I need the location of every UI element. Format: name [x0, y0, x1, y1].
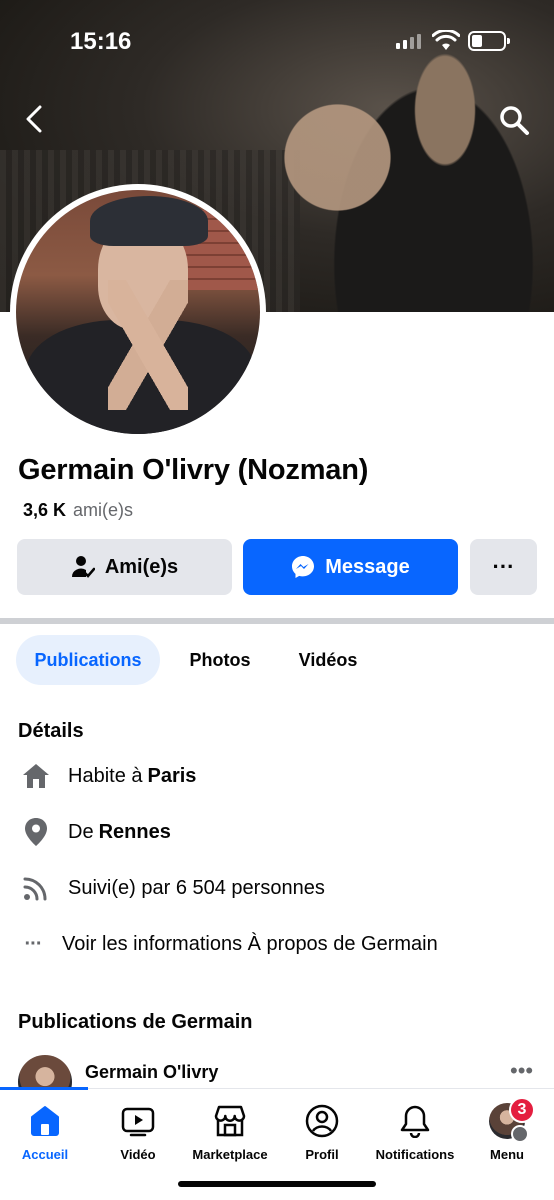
- detail-followers[interactable]: Suivi(e) par 6 504 personnes: [18, 868, 538, 908]
- nav-home[interactable]: Accueil: [0, 1103, 93, 1162]
- status-bar: 15:16: [0, 0, 554, 80]
- location-pin-icon: [18, 814, 54, 850]
- details-title: Détails: [18, 720, 84, 742]
- menu-notification-badge: 3: [509, 1097, 535, 1123]
- status-time: 15:16: [70, 28, 132, 55]
- nav-marketplace[interactable]: Marketplace: [182, 1103, 278, 1162]
- detail-lives-prefix: Habite à: [68, 764, 143, 787]
- friends-count-value: 3,6 K: [23, 500, 67, 520]
- message-button-label: Message: [325, 555, 410, 578]
- nav-video[interactable]: Vidéo: [90, 1103, 186, 1162]
- friends-button[interactable]: Ami(e)s: [17, 539, 232, 595]
- nav-notifications[interactable]: Notifications: [367, 1103, 463, 1162]
- post-author-name[interactable]: Germain O'livry: [85, 1062, 218, 1083]
- profile-icon: [304, 1103, 340, 1139]
- more-options-button[interactable]: ···: [470, 539, 537, 595]
- battery-icon: [468, 31, 510, 51]
- detail-lives-in: Habite à Paris: [18, 756, 538, 796]
- detail-from-prefix: De: [68, 820, 94, 843]
- profile-name: Germain O'livry (Nozman): [18, 454, 369, 486]
- detail-about-link[interactable]: ··· Voir les informations À propos de Ge…: [18, 924, 538, 964]
- home-icon: [18, 758, 54, 794]
- more-options-label: ···: [492, 554, 515, 579]
- nav-home-label: Accueil: [21, 1147, 69, 1162]
- nav-profile[interactable]: Profil: [274, 1103, 370, 1162]
- menu-icon: 3: [489, 1097, 535, 1143]
- nav-marketplace-label: Marketplace: [192, 1147, 268, 1162]
- nav-menu-label: Menu: [490, 1147, 524, 1162]
- video-icon: [120, 1103, 156, 1139]
- friends-count-label: ami(e)s: [73, 500, 134, 520]
- friend-check-icon: [71, 556, 95, 578]
- posts-title: Publications de Germain: [18, 1011, 253, 1033]
- post-more-button[interactable]: •••: [510, 1058, 533, 1084]
- friends-count[interactable]: 3,6 K ami(e)s: [23, 500, 133, 521]
- message-button[interactable]: Message: [243, 539, 458, 595]
- detail-lives-city[interactable]: Paris: [148, 765, 197, 788]
- home-icon: [27, 1103, 63, 1139]
- detail-from-city[interactable]: Rennes: [99, 821, 171, 844]
- friends-button-label: Ami(e)s: [104, 555, 179, 578]
- avatar-hands: [108, 280, 188, 410]
- cellular-signal-icon: [396, 34, 421, 49]
- more-dots-icon: ···: [24, 932, 43, 955]
- detail-from: De Rennes: [18, 812, 538, 852]
- tab-publications[interactable]: Publications: [16, 635, 160, 685]
- rss-followers-icon: [18, 870, 54, 906]
- nav-menu[interactable]: 3 Menu: [459, 1097, 554, 1162]
- wifi-icon: [432, 30, 460, 50]
- active-tab-indicator: [0, 1087, 88, 1090]
- nav-notifications-label: Notifications: [375, 1147, 455, 1162]
- messenger-icon: [292, 556, 315, 578]
- avatar-cap: [90, 196, 208, 246]
- bell-icon: [397, 1103, 433, 1139]
- nav-profile-label: Profil: [305, 1147, 339, 1162]
- menu-avatar: 3: [489, 1097, 535, 1143]
- profile-avatar[interactable]: [16, 190, 260, 434]
- detail-about-text: Voir les informations À propos de Germai…: [62, 932, 438, 955]
- detail-followers-text: Suivi(e) par 6 504 personnes: [68, 876, 325, 899]
- tab-photos[interactable]: Photos: [174, 635, 266, 685]
- home-indicator: [178, 1181, 376, 1187]
- back-icon[interactable]: [20, 104, 50, 134]
- section-divider: [0, 618, 554, 624]
- search-icon[interactable]: [498, 104, 530, 136]
- marketplace-icon: [212, 1103, 248, 1139]
- nav-video-label: Vidéo: [120, 1147, 156, 1162]
- cover-hand: [270, 90, 420, 240]
- tab-videos[interactable]: Vidéos: [282, 635, 374, 685]
- menu-lines-icon: [511, 1125, 529, 1143]
